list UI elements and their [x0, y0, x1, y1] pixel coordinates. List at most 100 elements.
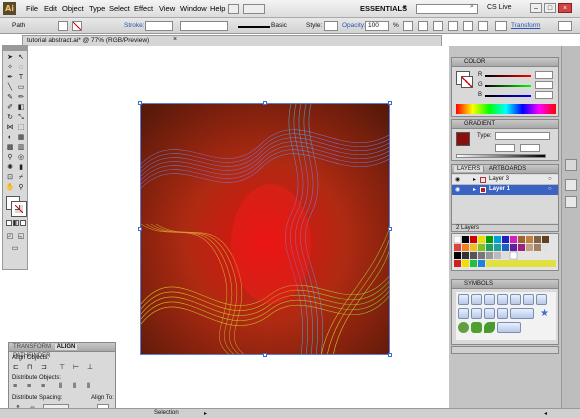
distribute-vcenter-icon[interactable]: ≡ — [27, 383, 31, 390]
preferences-icon[interactable] — [418, 21, 428, 31]
symbol-arrow-icon[interactable] — [471, 294, 482, 305]
minimize-icon[interactable]: – — [530, 3, 542, 13]
draw-behind-icon[interactable]: ◱ — [16, 232, 26, 241]
selection-handle[interactable] — [388, 101, 392, 105]
blend-tool-icon[interactable]: ◎ — [16, 153, 26, 162]
artwork-abstract-waves[interactable] — [140, 103, 390, 355]
layer-name[interactable]: Layer 1 — [489, 186, 510, 192]
reference-point-icon[interactable] — [495, 21, 507, 31]
rectangle-tool-icon[interactable]: ▭ — [16, 83, 26, 92]
bridge-icon[interactable] — [228, 4, 239, 14]
select-similar-icon[interactable] — [433, 21, 443, 31]
menu-object[interactable]: Object — [62, 4, 84, 13]
eraser-tool-icon[interactable]: ◧ — [16, 103, 26, 112]
stroke-weight-input[interactable] — [145, 21, 173, 31]
gradient-angle-input[interactable] — [495, 144, 515, 152]
arrange-documents-icon[interactable] — [243, 4, 265, 14]
menu-edit[interactable]: Edit — [44, 4, 57, 13]
tab-transform[interactable]: TRANSFORM — [11, 344, 53, 350]
color-stroke-indicator[interactable] — [461, 76, 473, 88]
symbols-panel-title[interactable]: SYMBOLS — [452, 280, 558, 289]
symbol-arrow-icon[interactable] — [510, 294, 521, 305]
menu-type[interactable]: Type — [89, 4, 105, 13]
mesh-tool-icon[interactable]: ▩ — [5, 143, 15, 152]
stroke-label[interactable]: Stroke: — [124, 22, 145, 29]
gradient-tool-icon[interactable]: ▥ — [16, 143, 26, 152]
layer-expand-icon[interactable]: ▸ — [473, 186, 476, 193]
control-menu-icon[interactable] — [558, 21, 572, 31]
stroke-color-box[interactable] — [11, 201, 27, 217]
shape-builder-tool-icon[interactable]: ◐ — [5, 133, 15, 142]
symbol-bar-icon[interactable] — [510, 308, 534, 319]
align-left-icon[interactable]: ⊏ — [13, 363, 19, 371]
gradient-type-select[interactable] — [495, 132, 550, 140]
symbol-leaf-icon[interactable] — [484, 322, 495, 333]
align-right-icon[interactable]: ⊐ — [41, 363, 47, 371]
tab-artboards[interactable]: ARTBOARDS — [486, 166, 529, 172]
symbol-button-icon[interactable] — [471, 308, 482, 319]
paintbrush-tool-icon[interactable]: ✎ — [5, 93, 15, 102]
symbol-arrow-icon[interactable] — [523, 294, 534, 305]
rotate-tool-icon[interactable]: ↻ — [5, 113, 15, 122]
align-center-icon[interactable] — [463, 21, 473, 31]
hand-tool-icon[interactable]: ✋ — [5, 183, 15, 192]
swatch-grid[interactable] — [454, 236, 558, 270]
green-value-input[interactable] — [535, 81, 553, 89]
blob-brush-tool-icon[interactable]: ✐ — [5, 103, 15, 112]
blue-slider[interactable] — [485, 95, 531, 97]
perspective-grid-tool-icon[interactable]: ▦ — [16, 133, 26, 142]
symbol-button-icon[interactable] — [484, 308, 495, 319]
none-mode-icon[interactable] — [20, 220, 26, 226]
symbol-leaf-icon[interactable] — [471, 322, 482, 333]
gradient-thumbnail[interactable] — [456, 132, 470, 146]
align-vcenter-icon[interactable]: ⊢ — [73, 363, 79, 371]
maximize-icon[interactable]: □ — [544, 3, 556, 13]
selection-tool-icon[interactable]: ➤ — [5, 53, 15, 62]
chevron-down-icon[interactable]: ▾ — [403, 3, 407, 11]
menu-select[interactable]: Select — [109, 4, 130, 13]
draw-normal-icon[interactable]: ◰ — [5, 232, 15, 241]
transform-link[interactable]: Transform — [511, 22, 540, 29]
free-transform-tool-icon[interactable]: ⬚ — [16, 123, 26, 132]
magic-wand-tool-icon[interactable]: ✧ — [5, 63, 15, 72]
layer-name[interactable]: Layer 3 — [489, 176, 509, 182]
status-menu-icon[interactable]: ▸ — [204, 410, 207, 417]
menu-view[interactable]: View — [159, 4, 175, 13]
distribute-left-icon[interactable]: ⦀ — [59, 383, 62, 391]
symbol-button-icon[interactable] — [497, 308, 508, 319]
appearance-icon[interactable] — [565, 159, 577, 171]
cs-live-button[interactable]: CS Live — [487, 4, 512, 11]
gradient-aspect-input[interactable] — [520, 144, 540, 152]
direct-selection-tool-icon[interactable]: ↖ — [16, 53, 26, 62]
selection-handle[interactable] — [388, 353, 392, 357]
distribute-right-icon[interactable]: ⦀ — [87, 383, 90, 391]
tab-align[interactable]: ALIGN — [54, 344, 78, 350]
scale-tool-icon[interactable]: ⤡ — [16, 113, 26, 122]
selection-handle[interactable] — [263, 353, 267, 357]
symbol-sprayer-tool-icon[interactable]: ✺ — [5, 163, 15, 172]
layer-target-icon[interactable]: ○ — [548, 186, 552, 192]
gradient-mode-icon[interactable] — [13, 220, 19, 226]
distribute-hcenter-icon[interactable]: ⦀ — [73, 383, 76, 391]
color-panel-title[interactable]: COLOR — [452, 58, 558, 67]
menu-effect[interactable]: Effect — [134, 4, 153, 13]
line-tool-icon[interactable]: ╲ — [5, 83, 15, 92]
distribute-icon[interactable] — [478, 21, 488, 31]
width-tool-icon[interactable]: ⋈ — [5, 123, 15, 132]
artboard-tool-icon[interactable]: ⊡ — [5, 173, 15, 182]
close-tab-icon[interactable]: × — [173, 36, 177, 43]
selection-handle[interactable] — [138, 227, 142, 231]
tab-layers[interactable]: LAYERS — [454, 166, 485, 172]
opacity-input[interactable]: 100 — [365, 21, 389, 31]
symbol-button-icon[interactable] — [458, 308, 469, 319]
scroll-left-icon[interactable]: ◂ — [544, 410, 547, 417]
graphic-style-select[interactable] — [324, 21, 338, 31]
red-slider[interactable] — [485, 75, 531, 77]
selection-handle[interactable] — [138, 101, 142, 105]
column-graph-tool-icon[interactable]: ▮ — [16, 163, 26, 172]
layer-target-icon[interactable]: ○ — [548, 176, 552, 182]
symbol-arrow-icon[interactable] — [484, 294, 495, 305]
selection-handle[interactable] — [263, 101, 267, 105]
menu-file[interactable]: File — [26, 4, 38, 13]
variable-width-select[interactable] — [180, 21, 228, 31]
